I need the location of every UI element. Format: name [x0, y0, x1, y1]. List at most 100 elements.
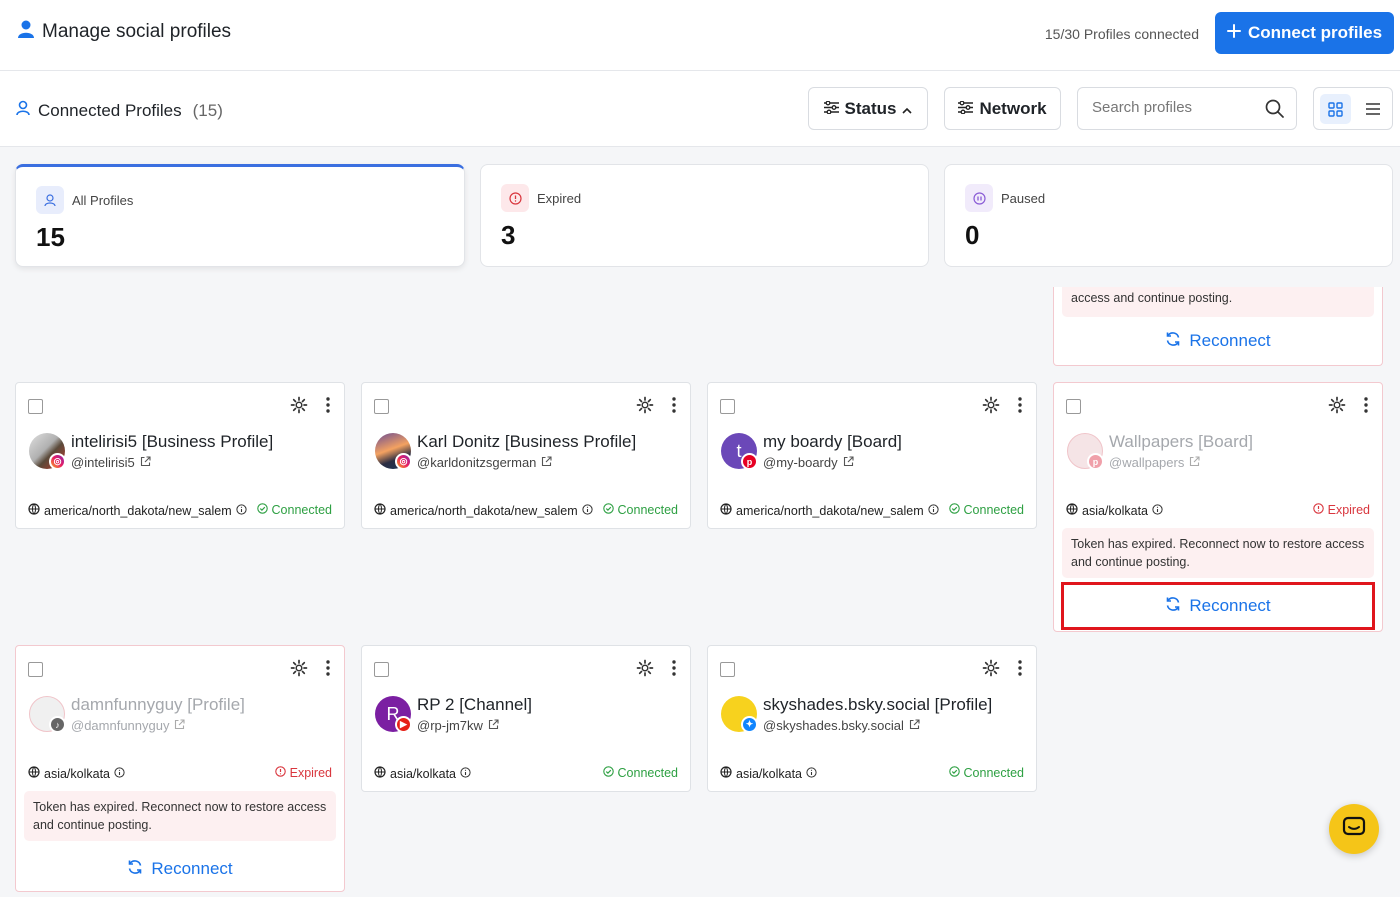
- network-filter-button[interactable]: Network: [944, 87, 1061, 130]
- connect-profiles-label: Connect profiles: [1247, 23, 1383, 42]
- status-text: Connected: [617, 766, 678, 780]
- globe-icon: [28, 503, 40, 518]
- info-icon[interactable]: [236, 503, 247, 518]
- select-checkbox[interactable]: [720, 662, 735, 677]
- info-icon[interactable]: [460, 766, 471, 781]
- external-link-icon: [843, 455, 854, 470]
- profile-handle[interactable]: @karldonitzsgerman: [417, 455, 552, 470]
- status-filter-label: Status: [844, 98, 897, 118]
- info-icon[interactable]: [114, 766, 125, 781]
- select-checkbox[interactable]: [28, 662, 43, 677]
- gear-icon[interactable]: [290, 659, 308, 682]
- stat-card-all-profiles[interactable]: All Profiles 15: [15, 164, 465, 267]
- alert-circle-icon: [1312, 503, 1324, 517]
- external-link-icon: [140, 455, 151, 470]
- search-input[interactable]: [1092, 99, 1252, 116]
- gear-icon[interactable]: [636, 659, 654, 682]
- info-icon[interactable]: [806, 766, 817, 781]
- gear-icon[interactable]: [982, 396, 1000, 419]
- stat-card-expired[interactable]: Expired 3: [480, 164, 929, 267]
- external-link-icon: [488, 718, 499, 733]
- info-icon[interactable]: [1152, 503, 1163, 518]
- list-view-icon[interactable]: [1358, 94, 1388, 124]
- select-checkbox[interactable]: [374, 662, 389, 677]
- status-badge: Connected: [948, 503, 1024, 517]
- check-circle-icon: [948, 766, 960, 780]
- expired-warning: access and continue posting.: [1062, 287, 1374, 317]
- gear-icon[interactable]: [982, 659, 1000, 682]
- bluesky-icon: ✦: [741, 716, 758, 733]
- external-link-icon: [541, 455, 552, 470]
- sliders-icon: [823, 99, 839, 119]
- reconnect-button[interactable]: Reconnect: [26, 848, 334, 890]
- user-icon: [36, 186, 64, 214]
- handle-text: @rp-jm7kw: [417, 718, 483, 733]
- profile-handle[interactable]: @rp-jm7kw: [417, 718, 499, 733]
- profile-handle[interactable]: @my-boardy: [763, 455, 854, 470]
- profile-name: skyshades.bsky.social [Profile]: [763, 695, 993, 714]
- pinterest-icon: p: [741, 453, 758, 470]
- connect-profiles-button[interactable]: Connect profiles: [1215, 12, 1394, 54]
- more-options-icon[interactable]: [672, 396, 676, 419]
- handle-text: @intelirisi5: [71, 455, 135, 470]
- alert-circle-icon: [501, 184, 529, 212]
- reconnect-button[interactable]: Reconnect: [1061, 582, 1375, 630]
- alert-circle-icon: [274, 766, 286, 780]
- check-circle-icon: [602, 766, 614, 780]
- refresh-icon: [1165, 331, 1181, 352]
- refresh-icon: [127, 859, 143, 880]
- more-options-icon[interactable]: [326, 659, 330, 682]
- reconnect-button[interactable]: Reconnect: [1064, 321, 1372, 361]
- timezone: asia/kolkata: [374, 766, 471, 781]
- profile-card: t p my boardy [Board] @my-boardy america…: [707, 382, 1037, 529]
- select-checkbox[interactable]: [374, 399, 389, 414]
- more-options-icon[interactable]: [1018, 659, 1022, 682]
- external-link-icon: [174, 718, 186, 733]
- check-circle-icon: [256, 503, 268, 517]
- stat-label-text: Expired: [537, 190, 582, 206]
- profile-name: my boardy [Board]: [763, 432, 902, 451]
- timezone: america/north_dakota/new_salem: [374, 503, 593, 518]
- stat-card-paused[interactable]: Paused 0: [944, 164, 1393, 267]
- more-options-icon[interactable]: [672, 659, 676, 682]
- timezone: america/north_dakota/new_salem: [28, 503, 247, 518]
- top-bar: Manage social profiles 15/30 Profiles co…: [0, 0, 1400, 71]
- select-checkbox[interactable]: [720, 399, 735, 414]
- timezone: america/north_dakota/new_salem: [720, 503, 939, 518]
- status-filter-button[interactable]: Status: [808, 87, 928, 130]
- stat-value: 3: [501, 220, 516, 250]
- status-badge: Expired: [1312, 503, 1370, 517]
- select-checkbox[interactable]: [28, 399, 43, 414]
- chat-launcher-button[interactable]: [1329, 804, 1379, 854]
- connected-profiles-heading: Connected Profiles (15): [16, 100, 223, 121]
- instagram-icon: ◎: [49, 453, 66, 470]
- more-options-icon[interactable]: [326, 396, 330, 419]
- more-options-icon[interactable]: [1364, 396, 1368, 419]
- pinterest-icon: p: [1087, 453, 1104, 470]
- gear-icon[interactable]: [636, 396, 654, 419]
- status-text: Expired: [289, 766, 332, 780]
- external-link-icon: [1189, 455, 1200, 470]
- stat-value: 0: [965, 220, 980, 250]
- globe-icon: [1066, 503, 1078, 518]
- profile-handle[interactable]: @wallpapers: [1109, 455, 1200, 470]
- tiktok-icon: ♪: [49, 716, 66, 733]
- profile-handle[interactable]: @skyshades.bsky.social: [763, 718, 920, 733]
- search-icon[interactable]: [1265, 99, 1284, 123]
- reconnect-label: Reconnect: [151, 859, 233, 878]
- gear-icon[interactable]: [1328, 396, 1346, 419]
- connected-profiles-toolbar: Connected Profiles (15) Status Network: [0, 71, 1400, 147]
- profile-name: intelirisi5 [Business Profile]: [71, 432, 274, 451]
- info-icon[interactable]: [928, 503, 939, 518]
- handle-text: @karldonitzsgerman: [417, 455, 537, 470]
- select-checkbox[interactable]: [1066, 399, 1081, 414]
- profile-handle[interactable]: @intelirisi5: [71, 455, 151, 470]
- info-icon[interactable]: [582, 503, 593, 518]
- more-options-icon[interactable]: [1018, 396, 1022, 419]
- page-title-text: Manage social profiles: [42, 21, 232, 42]
- timezone-text: asia/kolkata: [736, 766, 803, 781]
- gear-icon[interactable]: [290, 396, 308, 419]
- profile-handle[interactable]: @damnfunnyguy: [71, 718, 186, 733]
- check-circle-icon: [602, 503, 614, 517]
- grid-view-icon[interactable]: [1320, 94, 1351, 124]
